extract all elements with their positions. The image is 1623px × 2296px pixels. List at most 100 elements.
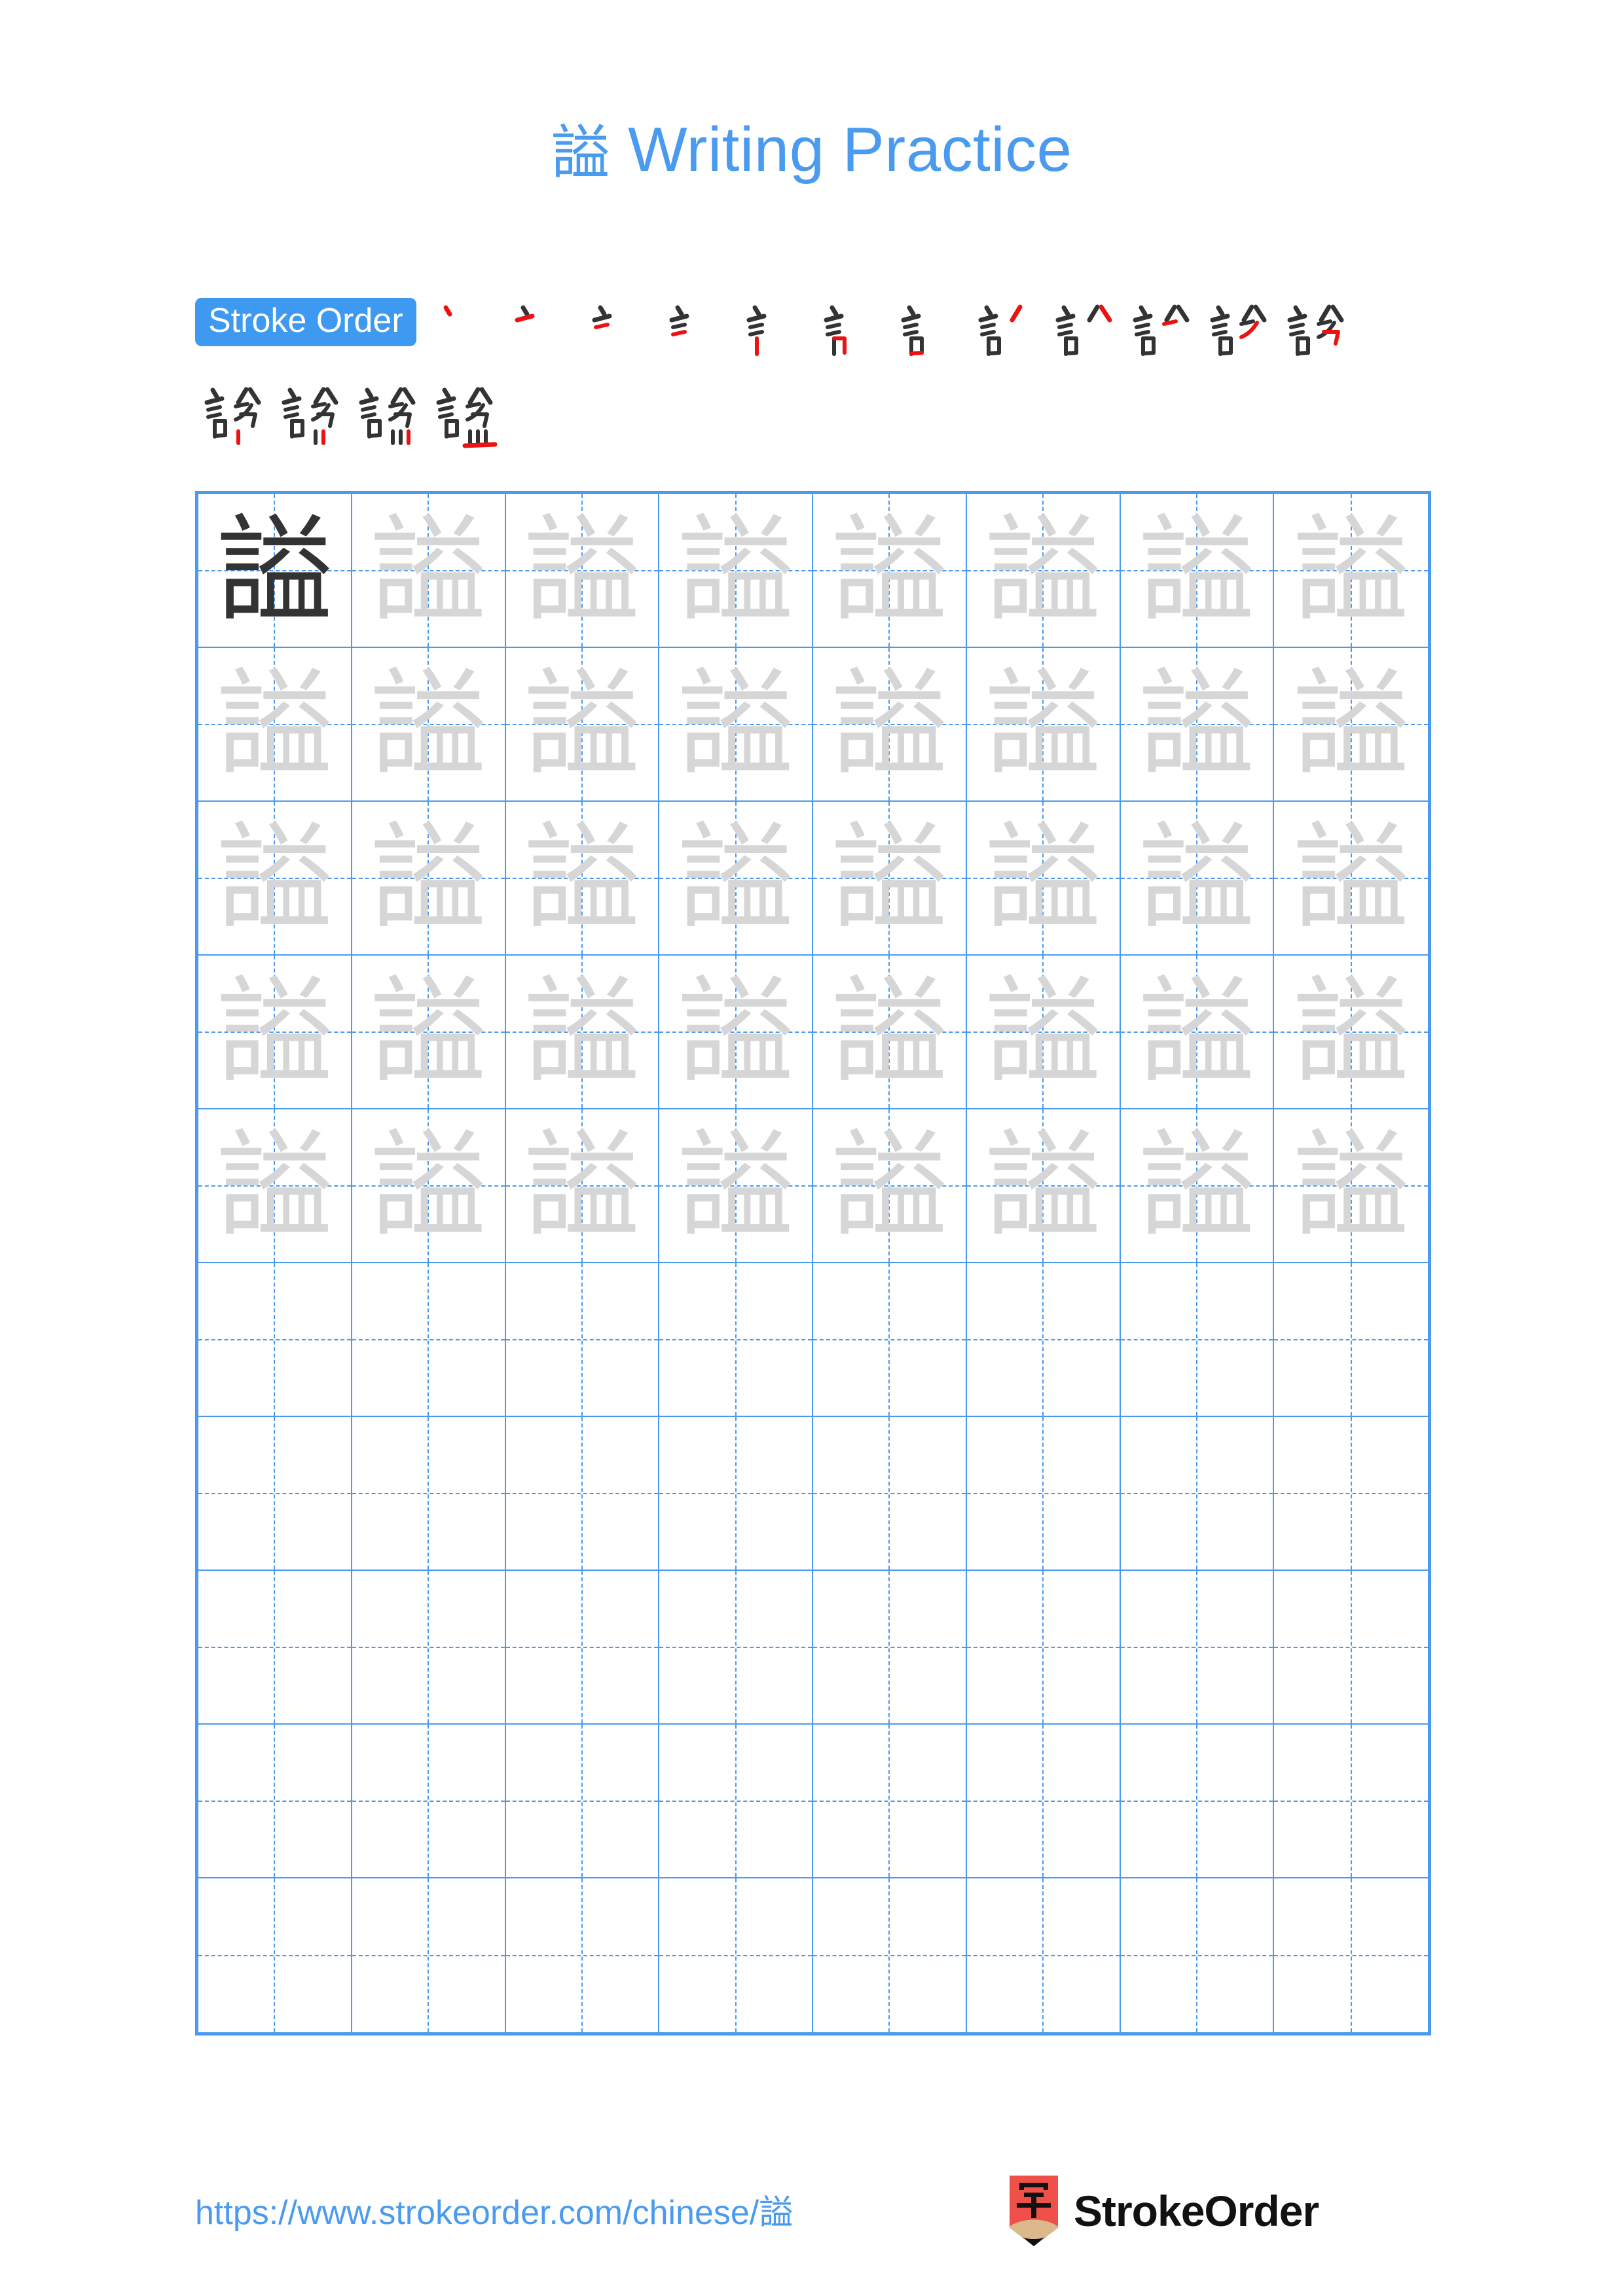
practice-cell[interactable]: 謚: [659, 802, 813, 956]
practice-cell[interactable]: [352, 1263, 506, 1417]
practice-cell[interactable]: [1120, 1571, 1275, 1725]
practice-cell[interactable]: [1274, 1725, 1428, 1878]
practice-cell[interactable]: [352, 1571, 506, 1725]
practice-cell[interactable]: 謚: [1274, 494, 1428, 648]
footer-url-link[interactable]: https://www.strokeorder.com/chinese/謚: [195, 2185, 793, 2234]
practice-cell[interactable]: 謚: [505, 1109, 660, 1263]
trace-character: 謚: [1138, 810, 1255, 946]
practice-cell[interactable]: [659, 1725, 813, 1878]
practice-cell[interactable]: [967, 1878, 1121, 2032]
practice-cell[interactable]: 謚: [505, 648, 660, 802]
practice-cell[interactable]: [352, 1878, 506, 2032]
trace-character: 謚: [216, 963, 333, 1100]
practice-cell[interactable]: [659, 1878, 813, 2032]
practice-cell[interactable]: 謚: [966, 648, 1121, 802]
practice-cell[interactable]: [813, 1263, 967, 1417]
practice-cell[interactable]: [505, 1725, 660, 1878]
practice-cell[interactable]: [198, 1417, 352, 1571]
practice-cell[interactable]: 謚: [966, 956, 1121, 1109]
practice-cell[interactable]: 謚: [198, 648, 352, 802]
practice-cell[interactable]: 謚: [352, 648, 506, 802]
practice-cell[interactable]: [966, 1571, 1121, 1725]
practice-cell[interactable]: [659, 1417, 813, 1571]
practice-cell[interactable]: 謚: [1274, 956, 1428, 1109]
practice-cell[interactable]: 謚: [198, 802, 352, 956]
practice-cell[interactable]: [198, 1725, 352, 1878]
practice-cell[interactable]: 謚: [1120, 648, 1275, 802]
practice-cell[interactable]: 謚: [813, 494, 967, 648]
practice-cell[interactable]: [505, 1417, 660, 1571]
practice-cell[interactable]: [1274, 1263, 1428, 1417]
practice-cell[interactable]: 謚: [659, 494, 813, 648]
practice-cell[interactable]: 謚: [1274, 1109, 1428, 1263]
practice-cell[interactable]: [506, 1878, 660, 2032]
trace-character: 謚: [370, 810, 487, 946]
practice-cell[interactable]: 謚: [352, 1109, 506, 1263]
empty-cell: [967, 1417, 1120, 1570]
stroke-order-row-1: Stroke Order: [195, 298, 1432, 376]
practice-cell[interactable]: 謚: [198, 956, 352, 1109]
practice-cell[interactable]: 謚: [352, 956, 506, 1109]
practice-cell[interactable]: [1274, 1417, 1428, 1571]
practice-cell[interactable]: [352, 1417, 506, 1571]
practice-cell[interactable]: [966, 1263, 1121, 1417]
practice-cell[interactable]: 謚: [659, 1109, 813, 1263]
practice-cell[interactable]: 謚: [966, 1109, 1121, 1263]
practice-cell[interactable]: [659, 1263, 813, 1417]
practice-cell[interactable]: 謚: [813, 1109, 967, 1263]
practice-cell[interactable]: 謚: [813, 648, 967, 802]
practice-cell[interactable]: [1120, 1417, 1275, 1571]
empty-cell: [1274, 1571, 1428, 1723]
practice-cell[interactable]: 謚: [198, 494, 352, 648]
practice-cell[interactable]: [1120, 1725, 1275, 1878]
practice-cell[interactable]: 謚: [966, 802, 1121, 956]
stroke-order-step-2: [505, 298, 583, 375]
practice-cell[interactable]: 謚: [505, 494, 660, 648]
practice-cell[interactable]: 謚: [659, 648, 813, 802]
practice-cell[interactable]: 謚: [1120, 494, 1275, 648]
practice-cell[interactable]: 謚: [659, 956, 813, 1109]
practice-cell[interactable]: [966, 1725, 1121, 1878]
practice-cell[interactable]: [813, 1417, 967, 1571]
trace-character: 謚: [216, 810, 333, 946]
practice-cell[interactable]: [505, 1263, 660, 1417]
trace-character: 謚: [1292, 963, 1410, 1100]
practice-cell[interactable]: 謚: [813, 802, 967, 956]
empty-cell: [506, 1725, 659, 1877]
stroke-order-step-6: [814, 298, 892, 375]
practice-cell[interactable]: 謚: [1120, 802, 1275, 956]
practice-cell[interactable]: 謚: [352, 802, 506, 956]
practice-cell[interactable]: 謚: [1120, 1109, 1275, 1263]
practice-cell[interactable]: [1121, 1878, 1275, 2032]
empty-cell: [506, 1571, 659, 1723]
practice-cell[interactable]: 謚: [198, 1109, 352, 1263]
practice-cell[interactable]: 謚: [1274, 648, 1428, 802]
practice-cell[interactable]: [1274, 1878, 1428, 2032]
trace-character: 謚: [677, 1117, 794, 1253]
trace-character: 謚: [523, 1117, 640, 1253]
trace-character: 謚: [1292, 1117, 1410, 1253]
stroke-order-step-9: [1046, 298, 1123, 375]
practice-cell[interactable]: [198, 1878, 352, 2032]
practice-cell[interactable]: [198, 1571, 352, 1725]
empty-cell: [967, 1878, 1120, 2032]
practice-cell[interactable]: [505, 1571, 660, 1725]
practice-cell[interactable]: [813, 1878, 967, 2032]
practice-cell[interactable]: 謚: [1274, 802, 1428, 956]
practice-cell[interactable]: 謚: [813, 956, 967, 1109]
practice-cell[interactable]: 謚: [352, 494, 506, 648]
practice-cell[interactable]: [1120, 1263, 1275, 1417]
practice-cell[interactable]: 謚: [505, 956, 660, 1109]
empty-cell: [1274, 1263, 1428, 1416]
practice-cell[interactable]: [813, 1725, 967, 1878]
practice-cell[interactable]: [352, 1725, 506, 1878]
empty-cell: [198, 1725, 351, 1877]
practice-cell[interactable]: 謚: [966, 494, 1121, 648]
practice-cell[interactable]: [966, 1417, 1121, 1571]
practice-cell[interactable]: 謚: [1120, 956, 1275, 1109]
practice-cell[interactable]: [659, 1571, 813, 1725]
practice-cell[interactable]: [813, 1571, 967, 1725]
practice-cell[interactable]: [1274, 1571, 1428, 1725]
practice-cell[interactable]: [198, 1263, 352, 1417]
practice-cell[interactable]: 謚: [505, 802, 660, 956]
